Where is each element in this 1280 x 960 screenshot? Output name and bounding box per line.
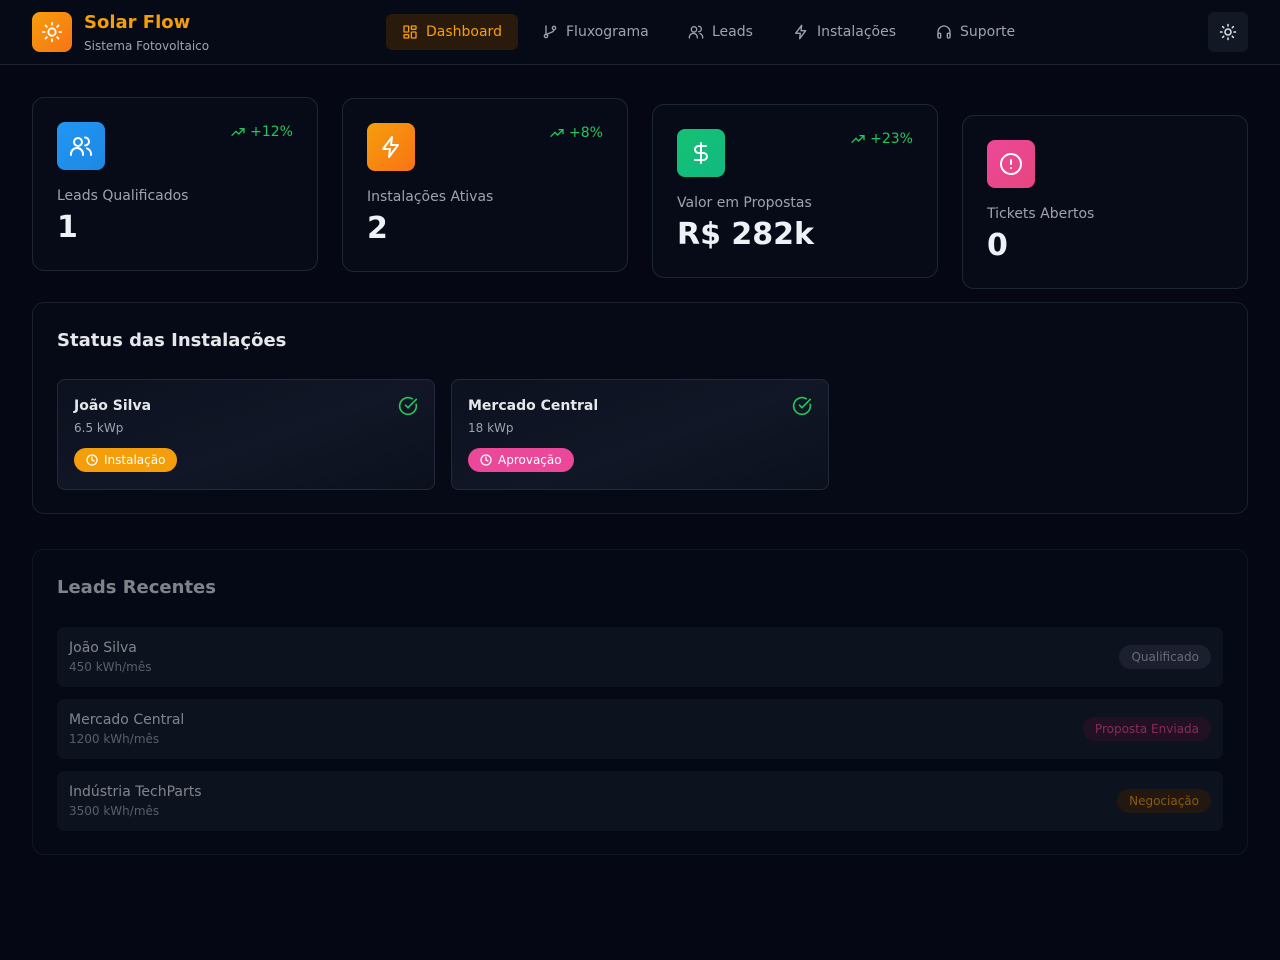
headphones-icon bbox=[936, 24, 952, 40]
lead-row[interactable]: Indústria TechParts 3500 kWh/mês Negocia… bbox=[57, 771, 1223, 831]
nav-leads[interactable]: Leads bbox=[672, 14, 769, 50]
git-branch-icon bbox=[542, 24, 558, 40]
stat-trend-value: +23% bbox=[870, 131, 913, 147]
installation-stage-badge: Aprovação bbox=[468, 448, 574, 472]
nav-dashboard[interactable]: Dashboard bbox=[386, 14, 518, 50]
stat-trend-value: +12% bbox=[250, 124, 293, 140]
lead-usage: 1200 kWh/mês bbox=[69, 732, 160, 746]
app-title: Solar Flow bbox=[84, 12, 191, 33]
stat-label: Tickets Abertos bbox=[987, 206, 1095, 222]
nav-instalacoes-label: Instalações bbox=[817, 24, 897, 40]
trending-up-icon bbox=[549, 125, 565, 141]
stat-value: 2 bbox=[367, 211, 388, 246]
lead-name: Mercado Central bbox=[69, 712, 185, 728]
sun-icon bbox=[41, 21, 63, 43]
nav-suporte[interactable]: Suporte bbox=[920, 14, 1031, 50]
section-title: Status das Instalações bbox=[57, 330, 287, 351]
stat-card-propostas[interactable]: +23% Valor em Propostas R$ 282k bbox=[652, 104, 938, 278]
lead-status-badge: Proposta Enviada bbox=[1082, 717, 1211, 741]
dashboard-icon bbox=[402, 24, 418, 40]
installation-card[interactable]: Mercado Central 18 kWp Aprovação bbox=[451, 379, 829, 490]
installation-stage-label: Aprovação bbox=[498, 453, 562, 467]
stat-value: 1 bbox=[57, 210, 78, 245]
lead-usage: 3500 kWh/mês bbox=[69, 804, 160, 818]
theme-toggle-button[interactable] bbox=[1208, 12, 1248, 52]
nav-leads-label: Leads bbox=[712, 24, 753, 40]
top-header: Solar Flow Sistema Fotovoltaico Dashboar… bbox=[0, 0, 1280, 65]
lead-row[interactable]: Mercado Central 1200 kWh/mês Proposta En… bbox=[57, 699, 1223, 759]
stat-trend: +8% bbox=[549, 125, 603, 141]
stat-label: Instalações Ativas bbox=[367, 189, 494, 205]
installation-name: João Silva bbox=[74, 398, 152, 414]
clock-icon bbox=[480, 454, 492, 466]
installation-card[interactable]: João Silva 6.5 kWp Instalação bbox=[57, 379, 435, 490]
nav-dashboard-label: Dashboard bbox=[426, 24, 502, 40]
lead-usage: 450 kWh/mês bbox=[69, 660, 152, 674]
stat-label: Valor em Propostas bbox=[677, 195, 812, 211]
nav-fluxograma-label: Fluxograma bbox=[566, 24, 649, 40]
stat-card-leads[interactable]: +12% Leads Qualificados 1 bbox=[32, 97, 318, 271]
stat-trend: +12% bbox=[230, 124, 293, 140]
trending-up-icon bbox=[850, 131, 866, 147]
users-icon bbox=[688, 24, 704, 40]
recent-leads-panel: Leads Recentes João Silva 450 kWh/mês Qu… bbox=[32, 549, 1248, 855]
stat-card-tickets[interactable]: Tickets Abertos 0 bbox=[962, 115, 1248, 289]
nav-suporte-label: Suporte bbox=[960, 24, 1016, 40]
users-icon bbox=[57, 122, 105, 170]
nav-instalacoes[interactable]: Instalações bbox=[777, 14, 912, 50]
clock-icon bbox=[86, 454, 98, 466]
app-logo[interactable] bbox=[32, 12, 72, 52]
lead-status-badge: Negociação bbox=[1117, 789, 1211, 813]
check-circle-icon bbox=[398, 396, 418, 416]
alert-circle-icon bbox=[987, 140, 1035, 188]
check-circle-icon bbox=[792, 396, 812, 416]
nav-fluxograma[interactable]: Fluxograma bbox=[526, 14, 665, 50]
stat-value: 0 bbox=[987, 228, 1008, 263]
lead-status-badge: Qualificado bbox=[1119, 645, 1211, 669]
installation-power: 18 kWp bbox=[468, 421, 514, 435]
installation-stage-badge: Instalação bbox=[74, 448, 178, 472]
stat-trend-value: +8% bbox=[569, 125, 603, 141]
installations-status-panel: Status das Instalações João Silva 6.5 kW… bbox=[32, 302, 1248, 514]
trending-up-icon bbox=[230, 124, 246, 140]
lead-row[interactable]: João Silva 450 kWh/mês Qualificado bbox=[57, 627, 1223, 687]
zap-icon bbox=[367, 123, 415, 171]
section-title: Leads Recentes bbox=[57, 577, 216, 598]
lead-name: João Silva bbox=[69, 640, 137, 656]
stat-card-instalacoes[interactable]: +8% Instalações Ativas 2 bbox=[342, 98, 628, 272]
installation-power: 6.5 kWp bbox=[74, 421, 124, 435]
stat-trend: +23% bbox=[850, 131, 913, 147]
sun-icon bbox=[1219, 23, 1237, 41]
stat-label: Leads Qualificados bbox=[57, 188, 189, 204]
app-subtitle: Sistema Fotovoltaico bbox=[84, 39, 210, 53]
stat-value: R$ 282k bbox=[677, 217, 814, 252]
installation-stage-label: Instalação bbox=[104, 453, 166, 467]
dollar-icon bbox=[677, 129, 725, 177]
lead-name: Indústria TechParts bbox=[69, 784, 202, 800]
zap-icon bbox=[793, 24, 809, 40]
installation-name: Mercado Central bbox=[468, 398, 599, 414]
